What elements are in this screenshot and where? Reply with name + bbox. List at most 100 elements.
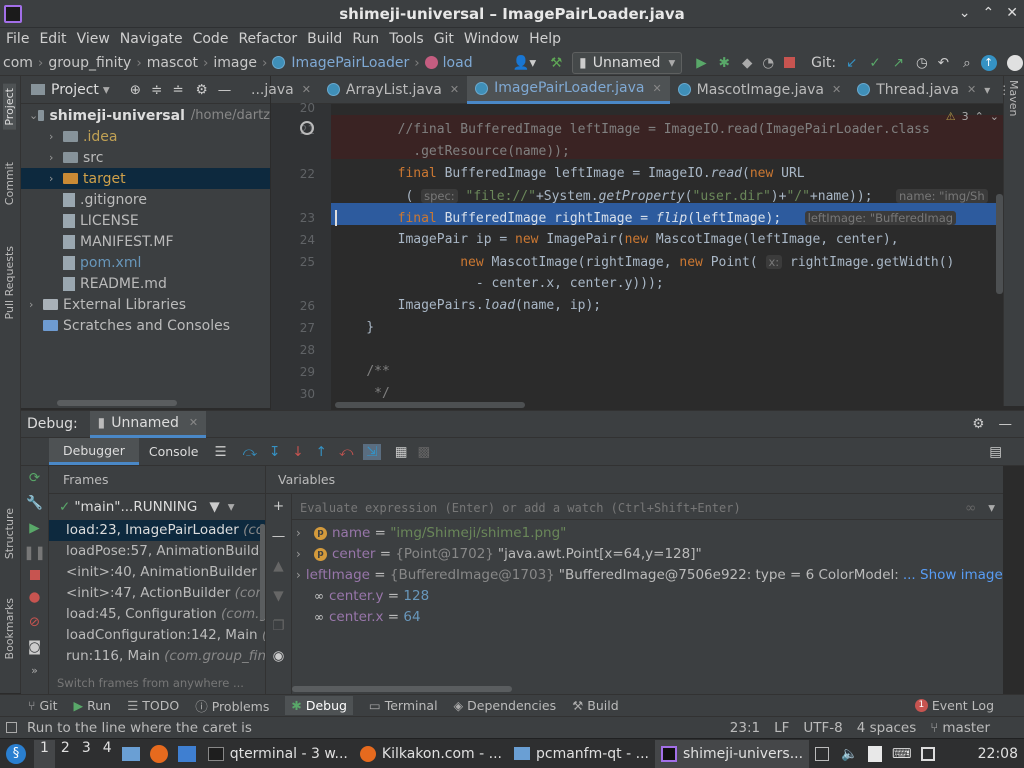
pause-icon[interactable]: ❚❚: [23, 545, 46, 561]
editor-gutter[interactable]: 20 21 22 23 24 25 26 27 28 29 30: [271, 101, 331, 410]
restore-icon[interactable]: ⌃: [983, 5, 995, 21]
desktop-launcher-icon[interactable]: [177, 745, 196, 762]
show-execution-point-icon[interactable]: ⤼: [243, 444, 257, 460]
file-encoding[interactable]: UTF-8: [803, 720, 842, 736]
menu-edit[interactable]: Edit: [39, 31, 66, 47]
watch-eye-icon[interactable]: ◉: [273, 648, 285, 664]
tree-node[interactable]: README.md: [21, 273, 270, 294]
volume-icon[interactable]: 🔈: [841, 746, 858, 762]
stack-frame[interactable]: loadPose:57, AnimationBuilder: [49, 541, 265, 562]
git-history-icon[interactable]: ◷: [916, 55, 928, 71]
chevron-right-icon[interactable]: ›: [296, 544, 314, 565]
variable-row[interactable]: › leftImage = {BufferedImage@1703} "Buffer…: [296, 565, 1003, 586]
code-line[interactable]: }: [335, 317, 1003, 339]
inspection-widget[interactable]: ⚠ 3 ⌃ ⌄: [946, 110, 999, 123]
menu-git[interactable]: Git: [434, 31, 454, 47]
step-out-icon[interactable]: ↑: [316, 444, 327, 460]
menu-view[interactable]: View: [77, 31, 110, 47]
code-line[interactable]: new MascotImage(rightImage, new Point( x…: [335, 251, 1003, 273]
chevron-right-icon[interactable]: ›: [49, 172, 63, 185]
code-line[interactable]: [335, 104, 1003, 119]
trace-icon[interactable]: ▩: [418, 444, 431, 460]
gear-icon[interactable]: ⚙: [196, 82, 208, 98]
run-icon[interactable]: ▶: [696, 55, 706, 71]
resume-icon[interactable]: ▶: [29, 520, 39, 536]
menu-run[interactable]: Run: [352, 31, 379, 47]
toolwindow-todo[interactable]: ☰ TODO: [127, 698, 179, 713]
tree-node[interactable]: LICENSE: [21, 210, 270, 231]
stack-frame[interactable]: load:23, ImagePairLoader (com: [49, 520, 265, 541]
code-line[interactable]: [335, 339, 1003, 361]
tree-node[interactable]: MANIFEST.MF: [21, 231, 270, 252]
chevron-down-icon[interactable]: ⌄: [29, 109, 38, 122]
step-over-icon[interactable]: ↧: [269, 444, 280, 460]
task-pcmanfm[interactable]: pcmanfm-qt - ...: [508, 740, 655, 768]
chevron-right-icon[interactable]: ›: [49, 151, 63, 164]
toolwindow-run[interactable]: ▶ Run: [74, 698, 112, 713]
horizontal-scrollbar[interactable]: [57, 400, 177, 406]
stop-icon[interactable]: [29, 570, 40, 580]
indent-setting[interactable]: 4 spaces: [857, 720, 917, 736]
hide-icon[interactable]: —: [218, 82, 232, 98]
toolwindow-git[interactable]: ⑂ Git: [28, 698, 58, 713]
stripe-structure[interactable]: Structure: [3, 508, 16, 559]
task-qterminal[interactable]: qterminal - 3 w...: [202, 740, 354, 768]
stack-frame[interactable]: load:45, Configuration (com.gr: [49, 604, 265, 625]
toolwindow-dependencies[interactable]: ◈ Dependencies: [454, 698, 557, 713]
task-firefox[interactable]: Kilkakon.com - ...: [354, 740, 508, 768]
chevron-right-icon[interactable]: ›: [296, 523, 314, 544]
clipboard-icon[interactable]: [867, 745, 882, 762]
close-icon[interactable]: ✕: [1006, 5, 1018, 21]
toolwindow-debug[interactable]: ✱ Debug: [285, 696, 353, 715]
layout-icon[interactable]: ☰: [215, 444, 227, 460]
tree-node[interactable]: › src: [21, 147, 270, 168]
variables-scrollbar[interactable]: [292, 686, 512, 692]
code-line[interactable]: final BufferedImage leftImage = ImageIO.…: [335, 163, 1003, 185]
close-icon[interactable]: ✕: [967, 83, 976, 96]
vertical-scrollbar[interactable]: [996, 194, 1003, 294]
debugger-tab[interactable]: Debugger: [49, 438, 139, 465]
stripe-commit[interactable]: Commit: [3, 162, 16, 205]
caret-position[interactable]: 23:1: [730, 720, 760, 736]
coverage-icon[interactable]: ◆: [742, 55, 752, 71]
task-intellij[interactable]: shimeji-univers...: [654, 739, 810, 768]
stripe-bookmarks[interactable]: Bookmarks: [3, 598, 16, 659]
breadcrumb-class[interactable]: ImagePairLoader: [291, 55, 409, 71]
stripe-pull-requests[interactable]: Pull Requests: [3, 246, 16, 319]
drop-frame-icon[interactable]: ⤺: [339, 444, 353, 460]
plugin-icon[interactable]: [1006, 54, 1023, 71]
step-into-icon[interactable]: ↓: [292, 444, 303, 460]
file-manager-launcher-icon[interactable]: [121, 746, 140, 761]
stack-frame[interactable]: run:116, Main (com.group_finit: [49, 646, 265, 667]
project-view-selector[interactable]: Project: [51, 82, 99, 98]
event-log-button[interactable]: 1 Event Log: [914, 698, 994, 713]
workspace-1[interactable]: 1: [34, 739, 55, 768]
close-icon[interactable]: ✕: [450, 83, 459, 96]
workspace-4[interactable]: 4: [97, 740, 118, 768]
settings-wrench-icon[interactable]: 🔧: [26, 495, 43, 511]
code-line[interactable]: .getResource(name));: [335, 141, 1003, 163]
user-icon[interactable]: 👤▾: [513, 55, 537, 71]
build-hammer-icon[interactable]: ⚒: [550, 55, 562, 71]
menu-refactor[interactable]: Refactor: [238, 31, 297, 47]
remove-watch-icon[interactable]: —: [272, 528, 286, 544]
git-update-icon[interactable]: ↙: [846, 55, 857, 71]
menu-code[interactable]: Code: [193, 31, 229, 47]
move-down-icon[interactable]: ▼: [273, 588, 283, 604]
update-icon[interactable]: ↑: [980, 54, 997, 71]
breadcrumb-mascot[interactable]: mascot: [147, 55, 198, 71]
profile-icon[interactable]: ◔: [762, 55, 774, 71]
network-icon[interactable]: [921, 746, 936, 761]
tree-node[interactable]: Scratches and Consoles: [21, 315, 270, 336]
breadcrumb-com[interactable]: com: [3, 55, 33, 71]
breadcrumb-group-finity[interactable]: group_finity: [48, 55, 131, 71]
git-branch[interactable]: master: [942, 720, 990, 736]
view-breakpoints-icon[interactable]: ●: [29, 589, 41, 605]
firefox-launcher-icon[interactable]: [149, 744, 168, 763]
chevron-up-icon[interactable]: ⌃: [975, 110, 984, 123]
run-config-selector[interactable]: ▮ Unnamed ▾: [572, 51, 683, 74]
camera-icon[interactable]: ◙: [28, 639, 41, 655]
close-icon[interactable]: ✕: [189, 416, 198, 429]
stack-frame[interactable]: <init>:47, ActionBuilder (com.: [49, 583, 265, 604]
close-icon[interactable]: ✕: [302, 83, 311, 96]
